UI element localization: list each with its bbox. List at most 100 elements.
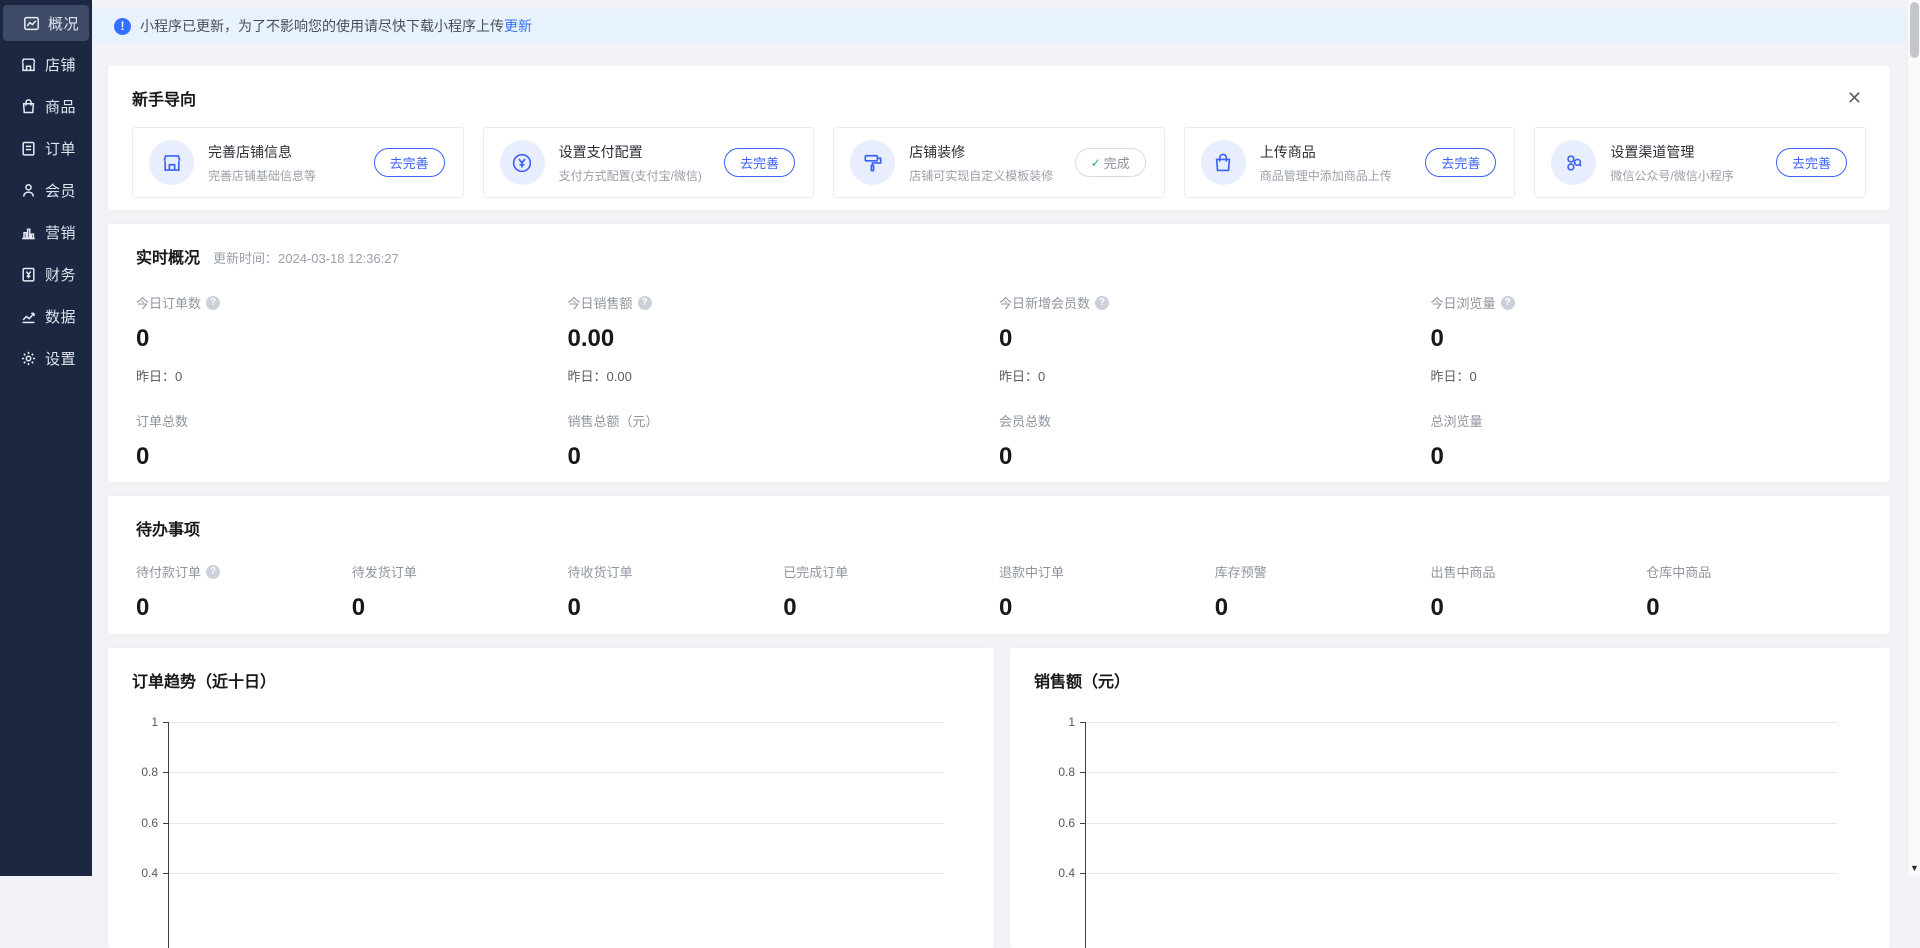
stat-today-views: 今日浏览量? 0 昨日：0 [1431,293,1863,385]
sidebar-item-label: 店铺 [45,54,76,75]
go-complete-button[interactable]: 去完善 [1425,148,1496,177]
todo-completed-orders: 已完成订单 0 [783,562,999,622]
guide-card-title: 设置支付配置 [559,142,725,162]
sidebar-item-goods[interactable]: 商品 [0,85,92,127]
sidebar-item-finance[interactable]: 财务 [0,253,92,295]
y-tick: 0.8 [128,765,158,779]
todo-value: 0 [136,594,352,622]
sidebar-item-members[interactable]: 会员 [0,169,92,211]
realtime-overview-card: 实时概况 更新时间：2024-03-18 12:36:27 今日订单数? 0 昨… [108,224,1890,482]
channels-icon [1551,140,1596,185]
sidebar-item-data[interactable]: 数据 [0,295,92,337]
todo-value: 0 [352,594,568,622]
help-icon[interactable]: ? [638,296,652,310]
help-icon[interactable]: ? [1501,296,1515,310]
sidebar-item-label: 数据 [45,306,76,327]
sidebar-item-label: 财务 [45,264,76,285]
y-tick: 1 [128,715,158,729]
stat-value: 0 [999,325,1431,353]
stat-value: 0 [1431,325,1863,353]
todo-value: 0 [1646,594,1862,622]
y-tick: 0.6 [128,816,158,830]
page-scrollbar[interactable]: ▼ [1907,0,1920,876]
stat-yesterday: 昨日：0.00 [568,366,1000,385]
shopping-bag-icon [1201,140,1246,185]
y-tick: 0.8 [1045,765,1075,779]
todo-refunding-orders: 退款中订单 0 [999,562,1215,622]
sidebar-item-overview[interactable]: 概况 [3,5,89,41]
go-complete-button[interactable]: 去完善 [724,148,795,177]
realtime-title: 实时概况 [136,244,200,268]
close-icon[interactable]: ✕ [1843,87,1866,109]
sidebar-item-label: 商品 [45,96,76,117]
order-clipboard-icon [20,140,37,157]
sidebar: 概况 店铺 商品 订单 会员 [0,0,92,876]
guide-card-title: 上传商品 [1260,142,1426,162]
done-button[interactable]: ✓完成 [1075,148,1146,177]
guide-card-title: 店铺装修 [909,142,1075,162]
guide-card-subtitle: 完善店铺基础信息等 [208,167,374,184]
guide-card-channels: 设置渠道管理 微信公众号/微信小程序 去完善 [1534,127,1866,198]
guide-card-decoration: 店铺装修 店铺可实现自定义模板装修 ✓完成 [833,127,1165,198]
marketing-bars-icon [20,224,37,241]
member-person-icon [20,182,37,199]
scrollbar-thumb[interactable] [1910,2,1919,58]
y-tick: 1 [1045,715,1075,729]
todo-value: 0 [1215,594,1431,622]
updated-time: 更新时间：2024-03-18 12:36:27 [213,248,399,267]
update-notice-bar: ! 小程序已更新，为了不影响您的使用请尽快下载小程序上传 更新 [92,9,1906,43]
newbie-guide-card: 新手导向 ✕ 完善店铺信息 完善店铺基础信息等 去完善 设置支付配置 支付方式配… [108,66,1890,210]
go-complete-button[interactable]: 去完善 [1776,148,1847,177]
guide-title: 新手导向 [132,86,196,110]
todo-card: 待办事项 待付款订单? 0 待发货订单 0 待收货订单 0 已完成订单 0 退款… [108,496,1890,634]
guide-card-upload-goods: 上传商品 商品管理中添加商品上传 去完善 [1184,127,1516,198]
stat-value: 0 [568,443,1000,471]
stat-value: 0 [136,325,568,353]
stat-total-sales: 销售总额（元） 0 [568,411,1000,471]
guide-card-title: 完善店铺信息 [208,142,374,162]
storefront-icon [149,140,194,185]
yen-circle-icon [500,140,545,185]
todo-on-sale-goods: 出售中商品 0 [1431,562,1647,622]
stat-today-new-members: 今日新增会员数? 0 昨日：0 [999,293,1431,385]
sales-chart-card: 销售额（元） 1 0.8 0.6 0.4 [1010,648,1890,948]
todo-pending-receipt: 待收货订单 0 [568,562,784,622]
stat-yesterday: 昨日：0 [1431,366,1863,385]
stat-value: 0.00 [568,325,1000,353]
guide-card-subtitle: 微信公众号/微信小程序 [1610,167,1776,184]
guide-card-subtitle: 支付方式配置(支付宝/微信) [559,167,725,184]
sidebar-item-label: 会员 [45,180,76,201]
todo-pending-shipment: 待发货订单 0 [352,562,568,622]
todo-value: 0 [999,594,1215,622]
paint-roller-icon [850,140,895,185]
todo-stock-warning: 库存预警 0 [1215,562,1431,622]
help-icon[interactable]: ? [206,565,220,579]
overview-icon [23,15,40,32]
stat-total-members: 会员总数 0 [999,411,1431,471]
stat-value: 0 [999,443,1431,471]
guide-card-shop-info: 完善店铺信息 完善店铺基础信息等 去完善 [132,127,464,198]
sales-chart: 1 0.8 0.6 0.4 [1010,648,1890,948]
sidebar-item-label: 订单 [45,138,76,159]
todo-warehouse-goods: 仓库中商品 0 [1646,562,1862,622]
todo-value: 0 [1431,594,1647,622]
sidebar-item-label: 概况 [48,13,79,34]
guide-card-subtitle: 商品管理中添加商品上传 [1260,167,1426,184]
data-trend-icon [20,308,37,325]
sidebar-item-marketing[interactable]: 营销 [0,211,92,253]
todo-value: 0 [568,594,784,622]
help-icon[interactable]: ? [1095,296,1109,310]
settings-gear-icon [20,350,37,367]
sidebar-item-orders[interactable]: 订单 [0,127,92,169]
update-link[interactable]: 更新 [504,16,532,36]
stat-yesterday: 昨日：0 [999,366,1431,385]
stat-yesterday: 昨日：0 [136,366,568,385]
go-complete-button[interactable]: 去完善 [374,148,445,177]
help-icon[interactable]: ? [206,296,220,310]
sidebar-item-settings[interactable]: 设置 [0,337,92,379]
guide-card-subtitle: 店铺可实现自定义模板装修 [909,167,1075,184]
sidebar-item-shop[interactable]: 店铺 [0,43,92,85]
sidebar-item-label: 营销 [45,222,76,243]
stat-value: 0 [1431,443,1863,471]
scroll-down-arrow-icon[interactable]: ▼ [1908,860,1920,876]
